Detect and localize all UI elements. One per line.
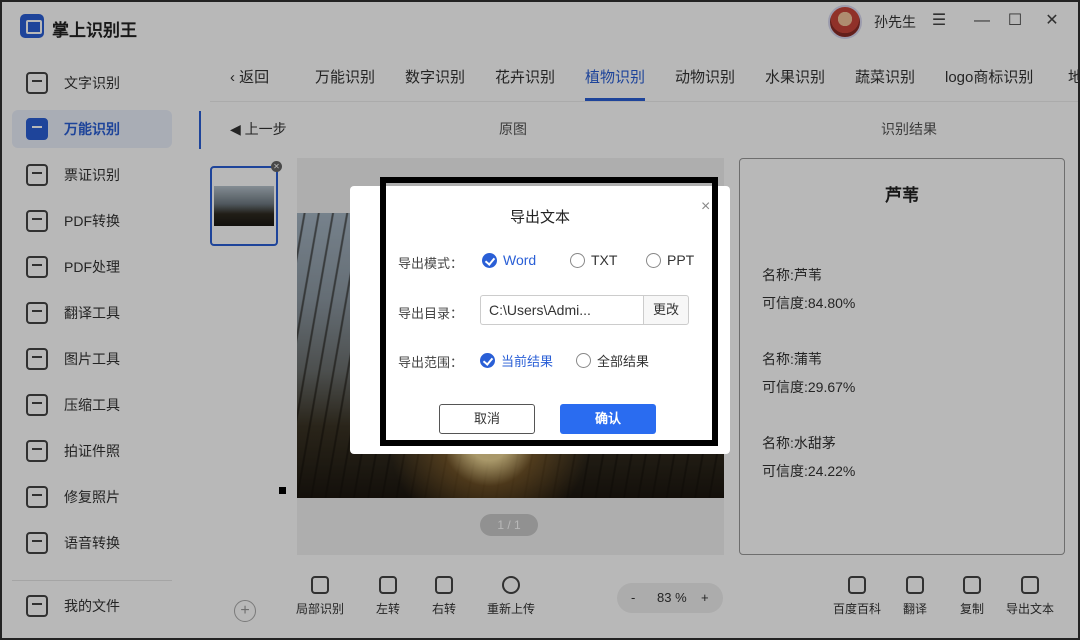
mode-word-radio[interactable]: Word (482, 252, 536, 268)
radio-unchecked-icon (576, 353, 591, 368)
cancel-button[interactable]: 取消 (439, 404, 535, 434)
change-dir-button[interactable]: 更改 (643, 295, 689, 325)
confirm-button[interactable]: 确认 (560, 404, 656, 434)
radio-unchecked-icon (646, 252, 661, 268)
export-range-label: 导出范围： (398, 355, 464, 370)
export-dir-label: 导出目录： (398, 306, 464, 321)
radio-checked-icon (480, 353, 495, 368)
mode-ppt-radio[interactable]: PPT (646, 252, 694, 268)
export-dir-input[interactable]: C:\Users\Admi... (480, 295, 644, 325)
range-all-radio[interactable]: 全部结果 (576, 351, 649, 370)
export-mode-label: 导出模式： (398, 256, 464, 271)
radio-checked-icon (482, 252, 497, 268)
range-current-radio[interactable]: 当前结果 (480, 351, 553, 370)
radio-unchecked-icon (570, 252, 585, 268)
mode-txt-radio[interactable]: TXT (570, 252, 617, 268)
dialog-title: 导出文本 (509, 209, 570, 226)
